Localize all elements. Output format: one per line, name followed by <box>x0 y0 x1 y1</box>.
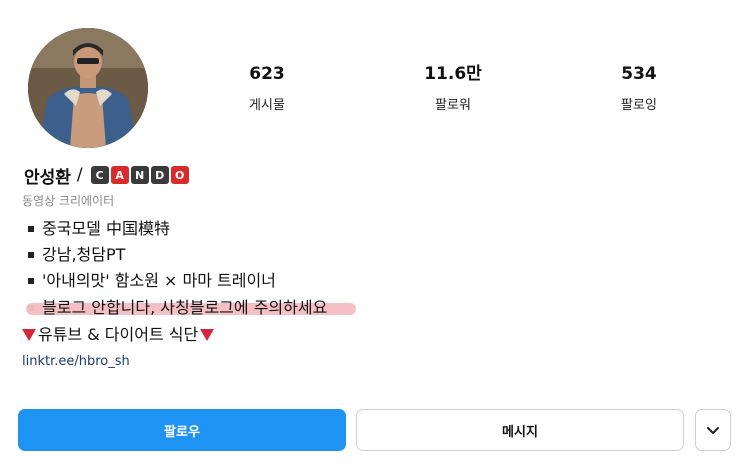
chevron-down-icon <box>707 427 719 434</box>
badge-letter: N <box>130 166 149 184</box>
message-button[interactable]: 메시지 <box>356 409 684 451</box>
name-separator: / <box>76 165 83 185</box>
bio-line: '아내의맛' 함소원 × 마마 트레이너 <box>22 270 276 292</box>
profile-avatar[interactable] <box>28 28 148 148</box>
followers-label: 팔로워 <box>435 98 471 113</box>
bullet-square-icon <box>28 305 34 311</box>
badge-letter: A <box>110 166 129 184</box>
badge-letter: C <box>90 166 109 184</box>
avatar-photo <box>28 28 148 148</box>
name-row: 안성환 / C A N D O <box>24 164 189 188</box>
more-button[interactable] <box>695 409 731 451</box>
badge-letter: D <box>150 166 169 184</box>
posts-stat[interactable]: 623 게시물 <box>212 64 322 114</box>
bio-text: '아내의맛' 함소원 × 마마 트레이너 <box>42 271 276 290</box>
bio-line: 블로그 안합니다, 사칭블로그에 주의하세요 <box>22 297 327 319</box>
posts-label: 게시물 <box>249 98 285 113</box>
profile-name: 안성환 <box>24 167 71 188</box>
profile-category: 동영상 크리에이터 <box>22 194 115 208</box>
cando-badge: C A N D O <box>90 166 189 184</box>
follow-button[interactable]: 팔로우 <box>18 409 346 451</box>
followers-stat[interactable]: 11.6만 팔로워 <box>398 64 508 114</box>
bio-text: 강남,청담PT <box>42 245 126 264</box>
badge-letter: O <box>170 166 189 184</box>
bio-line: 강남,청담PT <box>22 244 125 266</box>
red-triangle-icon <box>200 329 215 341</box>
bio-line: 유튜브 & 다이어트 식단 <box>22 324 215 346</box>
bio-line: 중국모델 中国模特 <box>22 218 170 240</box>
bio-text: 블로그 안합니다, 사칭블로그에 주의하세요 <box>42 298 328 317</box>
profile-link[interactable]: linktr.ee/hbro_sh <box>22 354 130 369</box>
following-stat[interactable]: 534 팔로잉 <box>584 64 694 114</box>
followers-count: 11.6만 <box>424 64 482 84</box>
bio-text: 중국모델 中国模特 <box>42 219 170 238</box>
posts-count: 623 <box>249 64 285 84</box>
bullet-square-icon <box>28 278 34 284</box>
following-count: 534 <box>621 64 657 84</box>
bullet-square-icon <box>28 252 34 258</box>
bullet-square-icon <box>28 226 34 232</box>
following-label: 팔로잉 <box>621 98 657 113</box>
bio-text: 유튜브 & 다이어트 식단 <box>38 325 199 344</box>
red-triangle-icon <box>22 329 36 341</box>
